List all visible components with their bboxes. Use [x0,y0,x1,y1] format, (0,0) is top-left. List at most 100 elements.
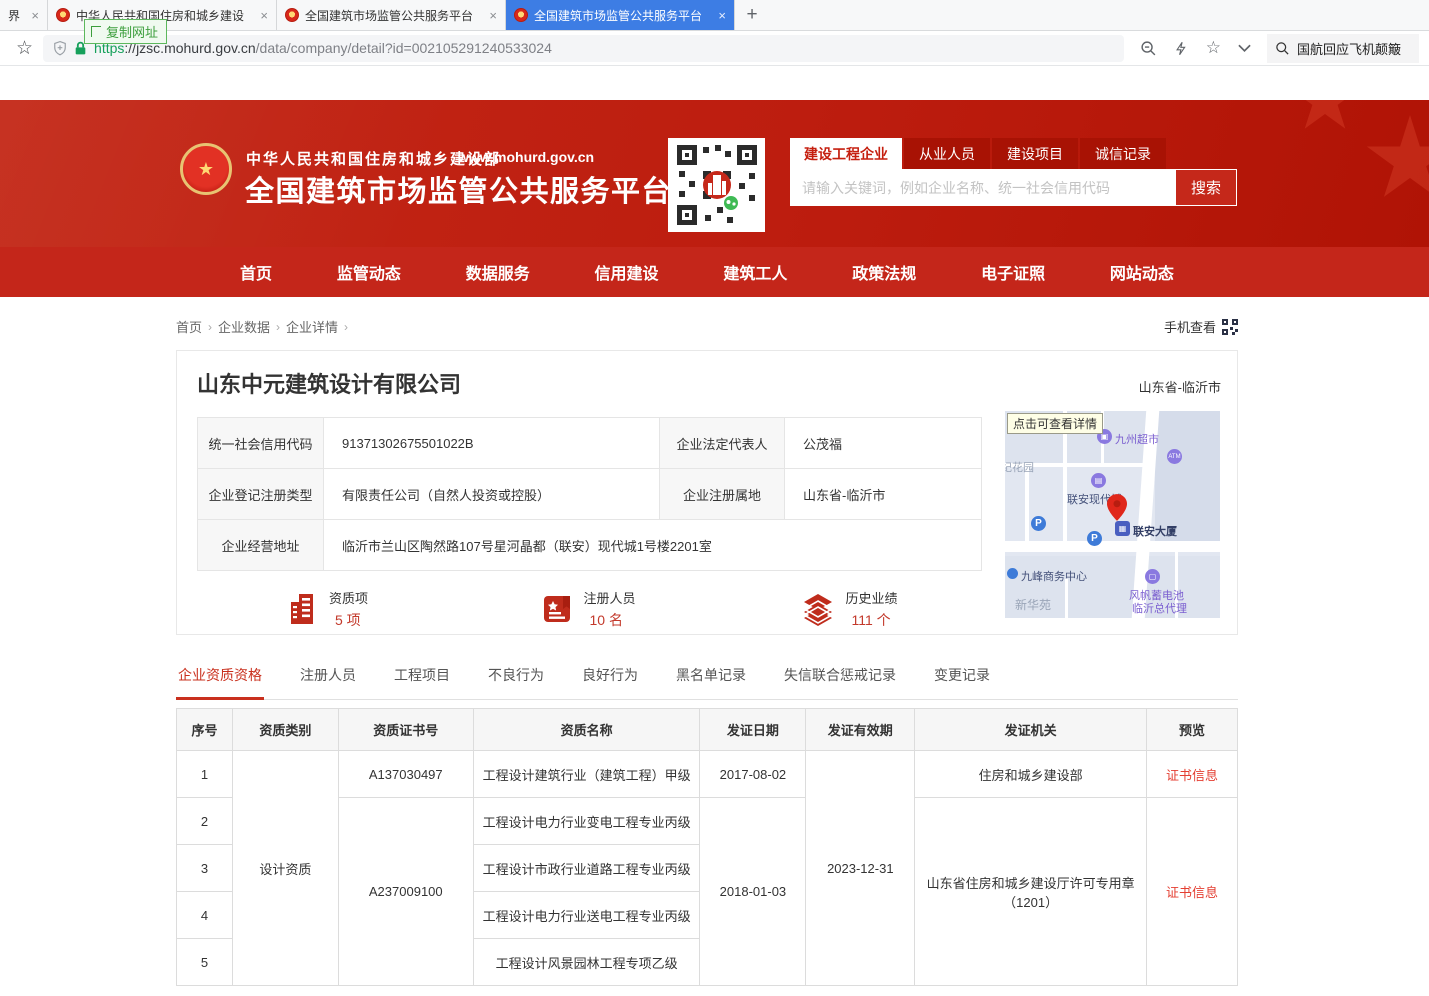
breadcrumb-separator: › [208,320,212,334]
mobile-view-button[interactable]: 手机查看 [1164,317,1238,336]
url-field[interactable]: https://jzsc.mohurd.gov.cn/data/company/… [43,35,1124,62]
url-path: /data/company/detail?id=0021052912405330… [256,40,552,56]
nav-workers[interactable]: 建筑工人 [723,260,787,284]
col-header-preview: 预览 [1147,709,1238,751]
favorite-star-icon[interactable]: ☆ [1206,38,1221,58]
stat-registered-personnel[interactable]: 注册人员 10 名 [458,588,719,630]
cell-preview: 证书信息 [1147,798,1238,986]
shield-icon[interactable] [53,40,67,56]
table-row: 统一社会信用代码 91371302675501022B 企业法定代表人 公茂福 [198,418,982,469]
stat-qualifications[interactable]: 资质项 5 项 [197,588,458,630]
atm-pin-icon: ATM [1167,449,1182,464]
browser-tab-0[interactable]: 界 × [0,0,48,30]
breadcrumb-home[interactable]: 首页 [176,317,202,336]
stat-label: 注册人员 [583,588,635,607]
breadcrumb-company-data[interactable]: 企业数据 [218,317,270,336]
tab-good-behavior[interactable]: 良好行为 [580,659,640,699]
nav-credit[interactable]: 信用建设 [595,260,659,284]
stat-historical-performance[interactable]: 历史业绩 111 个 [719,588,980,630]
parking-icon: P [1031,516,1046,531]
cell-authority: 山东省住房和城乡建设厅许可专用章（1201） [915,798,1147,986]
nav-e-license[interactable]: 电子证照 [981,260,1045,284]
certificate-info-link[interactable]: 证书信息 [1166,768,1218,783]
copy-url-tooltip: 复制网址 [84,19,167,44]
map-label-business-center: 九峰商务中心 [1021,568,1087,584]
keyword-search-input[interactable] [790,169,1175,206]
nav-site-news[interactable]: 网站动态 [1110,260,1174,284]
tab-close-icon[interactable]: × [718,8,726,23]
zoom-out-icon[interactable] [1140,40,1157,57]
stat-value: 5 项 [329,610,368,630]
chevron-down-icon[interactable] [1238,44,1251,53]
map-label-xinhuayuan: 新华苑 [1015,596,1051,613]
col-header-cert-no: 资质证书号 [338,709,473,751]
cell-no: 5 [177,939,233,986]
tab-title: 全国建筑市场监管公共服务平台 [534,7,710,24]
flash-icon[interactable] [1174,40,1189,57]
ministry-website: www.mohurd.gov.cn [458,149,594,165]
battery-pin-icon: ▢ [1145,569,1160,584]
breadcrumb-company-detail[interactable]: 企业详情 [286,317,338,336]
tab-dishonesty-records[interactable]: 失信联合惩戒记录 [782,659,898,699]
bookmark-star-icon[interactable]: ☆ [16,37,33,60]
nav-supervision[interactable]: 监管动态 [337,260,401,284]
tab-close-icon[interactable]: × [260,8,268,23]
flag-star-decoration [1365,115,1429,205]
cell-authority: 住房和城乡建设部 [915,751,1147,798]
browser-tab-bar: 界 × 中华人民共和国住房和城乡建设 × 全国建筑市场监管公共服务平台 × 全国… [0,0,1429,31]
cell-validity: 2023-12-31 [806,751,915,986]
main-navigation: 首页 监管动态 数据服务 信用建设 建筑工人 政策法规 电子证照 网站动态 [0,247,1429,297]
col-header-no: 序号 [177,709,233,751]
credit-code-label: 统一社会信用代码 [198,418,324,469]
company-region: 山东省-临沂市 [1139,377,1221,396]
tab-projects[interactable]: 工程项目 [392,659,452,699]
company-location-map[interactable]: 点击可查看详情 ▣ 九州超市 ATM 纪花园 ▤ 联安现代城 ▦ 联安大厦 P … [1005,411,1220,618]
search-tab-project[interactable]: 建设项目 [992,138,1078,169]
search-tab-personnel[interactable]: 从业人员 [904,138,990,169]
browser-toolbar-icons: ☆ [1140,38,1251,58]
reg-region-value: 山东省-临沂市 [785,469,982,520]
cell-name: 工程设计风景园林工程专项乙级 [473,939,700,986]
nav-data-service[interactable]: 数据服务 [466,260,530,284]
parking-icon: P [1087,531,1102,546]
business-pin-icon [1007,568,1018,579]
tab-bad-behavior[interactable]: 不良行为 [486,659,546,699]
tab-blacklist[interactable]: 黑名单记录 [674,659,748,699]
browser-tab-2[interactable]: 全国建筑市场监管公共服务平台 × [277,0,506,30]
tab-change-records[interactable]: 变更记录 [932,659,992,699]
breadcrumb: 首页 › 企业数据 › 企业详情 › [176,317,348,336]
browser-address-bar: ☆ https://jzsc.mohurd.gov.cn/data/compan… [0,31,1429,66]
table-row: 1 设计资质 A137030497 工程设计建筑行业（建筑工程）甲级 2017-… [177,751,1238,798]
browser-search-box[interactable]: 国航回应飞机颠簸 [1267,34,1419,63]
cell-no: 3 [177,845,233,892]
certificate-info-link[interactable]: 证书信息 [1166,885,1218,900]
browser-tab-3-active[interactable]: 全国建筑市场监管公共服务平台 × [506,0,735,30]
company-name: 山东中元建筑设计有限公司 [177,351,1237,399]
qr-code [668,138,765,232]
hot-search-text: 国航回应飞机颠簸 [1297,39,1401,58]
cell-issue-date: 2017-08-02 [700,751,806,798]
nav-policy[interactable]: 政策法规 [852,260,916,284]
layers-icon [801,592,835,626]
stat-value: 111 个 [845,610,897,630]
stat-label: 资质项 [329,588,368,607]
tab-close-icon[interactable]: × [489,8,497,23]
search-tab-credit[interactable]: 诚信记录 [1080,138,1166,169]
favicon-icon [56,8,70,22]
search-icon [1275,41,1290,56]
tab-qualifications[interactable]: 企业资质资格 [176,659,264,700]
search-tab-enterprise[interactable]: 建设工程企业 [790,138,902,169]
copy-url-tooltip-text: 复制网址 [106,22,158,41]
tab-registered-personnel[interactable]: 注册人员 [298,659,358,699]
cell-cert-no: A137030497 [338,751,473,798]
search-button[interactable]: 搜索 [1175,169,1237,206]
tab-close-icon[interactable]: × [31,8,39,23]
nav-home[interactable]: 首页 [240,260,272,284]
col-header-category: 资质类别 [232,709,338,751]
company-stats: 资质项 5 项 注册人员 10 名 [197,588,981,630]
legal-rep-value: 公茂福 [785,418,982,469]
credit-code-value: 91371302675501022B [324,418,660,469]
qualification-table: 序号 资质类别 资质证书号 资质名称 发证日期 发证有效期 发证机关 预览 1 … [176,708,1238,986]
new-tab-button[interactable]: + [735,0,769,30]
building-icon [287,592,319,626]
